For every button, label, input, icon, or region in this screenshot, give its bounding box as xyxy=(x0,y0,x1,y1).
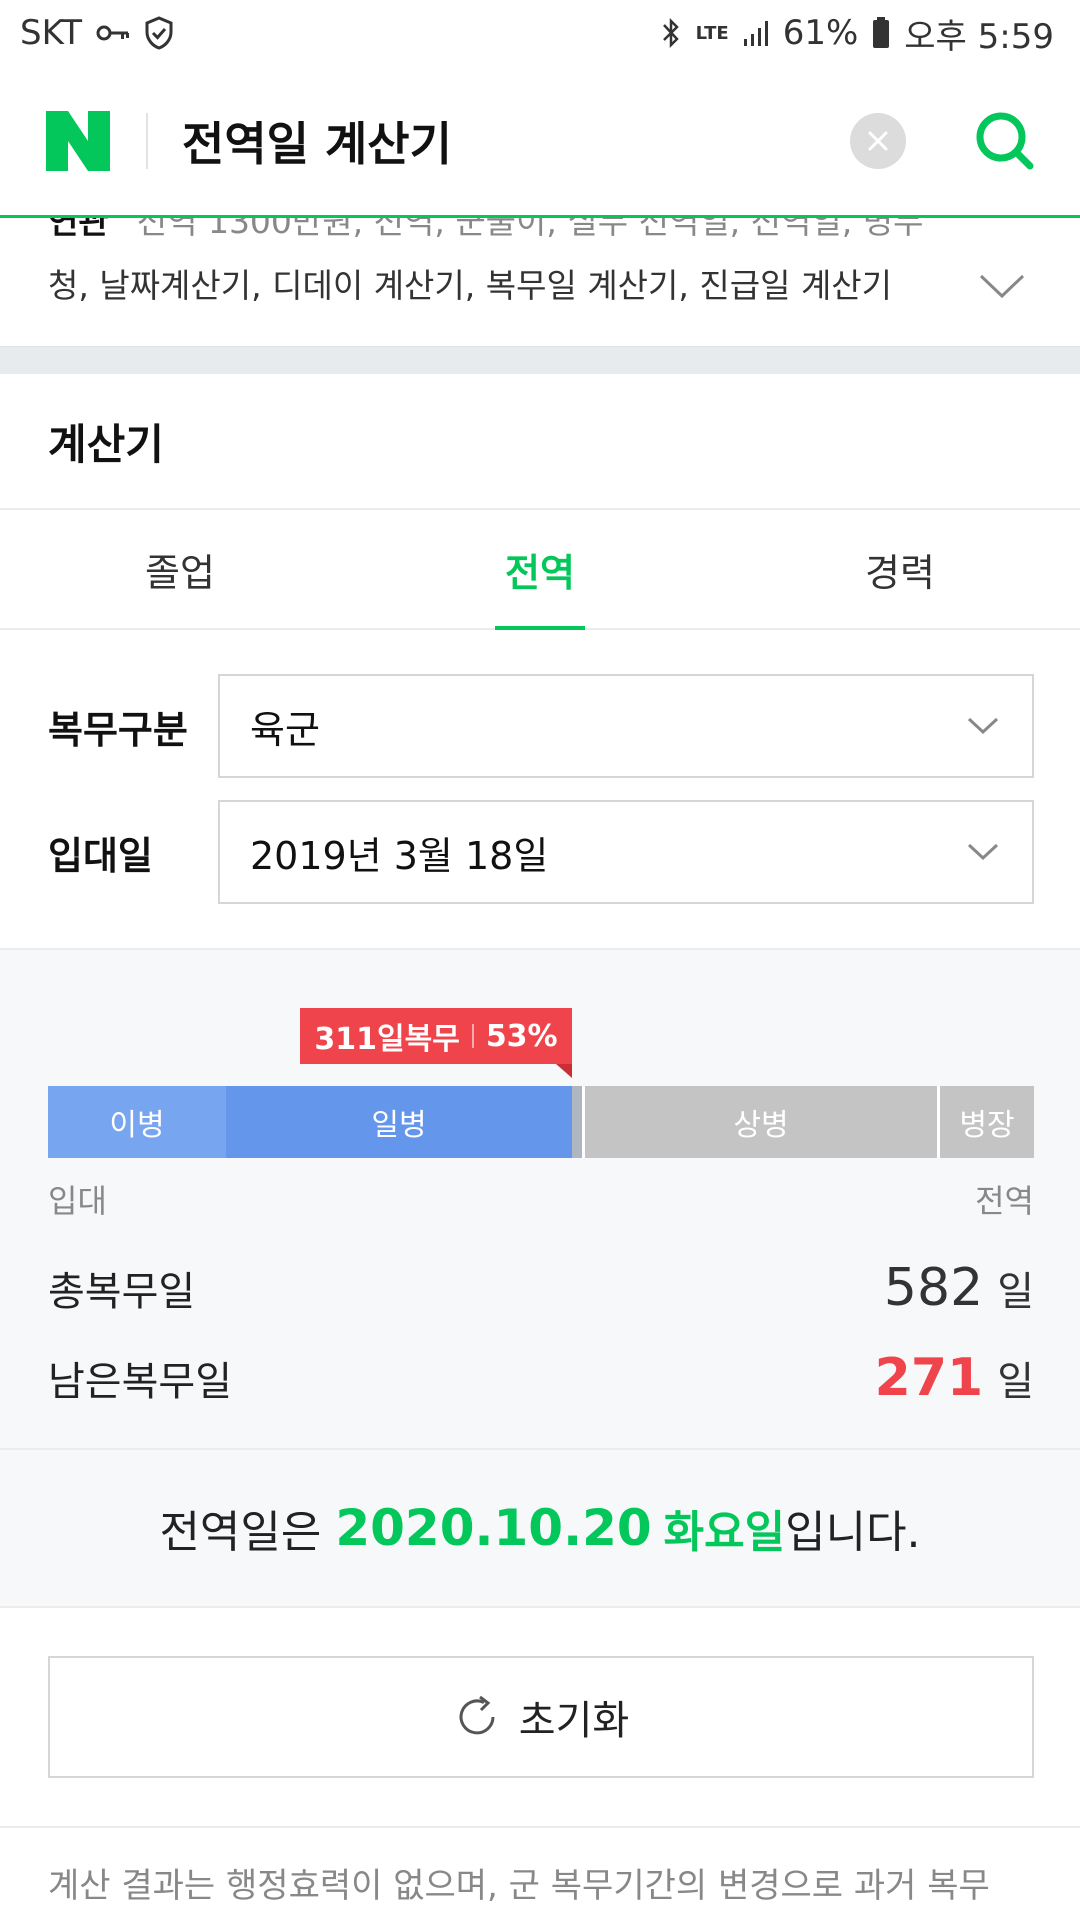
clear-search-button[interactable] xyxy=(850,112,906,169)
remaining-days-label: 남은복무일 xyxy=(48,1359,232,1405)
related-row-2: 청, 날짜계산기, 디데이 계산기, 복무일 계산기, 진급일 계산기 xyxy=(48,254,1032,318)
total-days-unit: 일 xyxy=(997,1269,1034,1315)
signal-icon xyxy=(743,19,769,47)
search-query-title[interactable]: 전역일 계산기 xyxy=(182,108,850,174)
search-icon xyxy=(976,112,1034,169)
battery-icon xyxy=(872,17,890,49)
refresh-icon xyxy=(459,1695,495,1735)
reset-label: 초기화 xyxy=(518,1698,630,1744)
enlist-date-label: 입대일 xyxy=(48,833,153,878)
tab-graduation[interactable]: 졸업 xyxy=(0,510,360,628)
section-gap xyxy=(0,346,1080,374)
search-button[interactable] xyxy=(970,106,1040,176)
remaining-days-row: 남은복무일 271 일 xyxy=(48,1348,1034,1408)
discharge-date-sentence: 전역일은 2020.10.20 화요일 입니다. xyxy=(0,1450,1080,1608)
tab-discharge[interactable]: 전역 xyxy=(360,510,720,630)
remaining-days-unit: 일 xyxy=(997,1359,1034,1405)
served-days-text: 311일복무 xyxy=(314,1022,460,1057)
service-type-value: 육군 xyxy=(250,707,320,752)
carrier-text: SKT xyxy=(20,13,83,53)
progress-percent-text: 53% xyxy=(485,1018,558,1054)
calculator-title: 계산기 xyxy=(48,419,164,469)
calculator-header: 계산기 xyxy=(0,374,1080,510)
discharge-date: 2020.10.20 xyxy=(335,1499,652,1557)
chevron-down-icon xyxy=(967,717,999,735)
calculator-tabs: 졸업 전역 경력 xyxy=(0,510,1080,630)
progress-badge: 311일복무 53% xyxy=(300,1008,572,1078)
service-type-row: 복무구분 육군 xyxy=(48,674,1034,778)
remaining-days-number: 271 xyxy=(874,1348,984,1408)
rank-segment-pfc: 일병 xyxy=(226,1086,572,1158)
tab-career[interactable]: 경력 xyxy=(720,510,1080,628)
discharge-suffix: 입니다. xyxy=(785,1507,921,1558)
battery-percent-text: 61% xyxy=(782,13,859,53)
clock-text: 오후 5:59 xyxy=(904,16,1054,57)
reset-button[interactable]: 초기화 xyxy=(48,1656,1034,1778)
progress-marker xyxy=(572,1086,582,1158)
badge-separator xyxy=(471,1024,474,1048)
search-header: 전역일 계산기 xyxy=(0,66,1080,218)
related-searches: 연관 전역 1300만원, 전역, 군줄이, 실무 전역일, 전역일, 병무 청,… xyxy=(0,200,1080,346)
related-terms-2[interactable]: 청, 날짜계산기, 디데이 계산기, 복무일 계산기, 진급일 계산기 xyxy=(48,254,952,318)
chevron-down-icon xyxy=(979,274,1025,299)
disclaimer-text: 계산 결과는 행정효력이 없으며, 군 복무기간의 변경으로 과거 복무 xyxy=(48,1866,990,1906)
status-left: SKT xyxy=(20,13,174,53)
enlist-date-value: 2019년 3월 18일 xyxy=(250,833,549,878)
status-bar: SKT LTE 61% 오후 5:59 xyxy=(0,0,1080,66)
vpn-key-icon xyxy=(96,23,130,43)
rank-segment-corporal: 상병 xyxy=(582,1086,937,1158)
rank-segment-private: 이병 xyxy=(48,1086,226,1158)
remaining-days-value: 271 일 xyxy=(875,1348,1034,1408)
header-divider xyxy=(146,112,148,169)
enlist-axis-label: 입대 xyxy=(48,1182,107,1220)
bluetooth-icon xyxy=(660,16,682,50)
total-days-label: 총복무일 xyxy=(48,1269,196,1315)
network-type-text: LTE xyxy=(695,22,729,44)
enlist-date-row: 입대일 2019년 3월 18일 xyxy=(48,800,1034,904)
close-icon xyxy=(868,131,888,150)
total-days-row: 총복무일 582 일 xyxy=(48,1258,1034,1318)
bottom-divider xyxy=(0,1826,1080,1828)
naver-logo-icon[interactable] xyxy=(46,110,110,171)
service-type-select[interactable]: 육군 xyxy=(218,674,1034,778)
shield-icon xyxy=(144,16,174,50)
badge-tail xyxy=(556,1064,572,1078)
expand-related-button[interactable] xyxy=(972,266,1032,306)
chevron-down-icon xyxy=(967,843,999,861)
service-progress-bar: 이병 일병 상병 병장 xyxy=(48,1086,1034,1158)
total-days-number: 582 xyxy=(883,1258,984,1318)
enlist-date-select[interactable]: 2019년 3월 18일 xyxy=(218,800,1034,904)
discharge-prefix: 전역일은 xyxy=(159,1507,336,1558)
discharge-weekday: 화요일 xyxy=(663,1507,786,1558)
status-right: LTE 61% 오후 5:59 xyxy=(660,9,1054,58)
total-days-value: 582 일 xyxy=(884,1258,1034,1318)
service-type-label: 복무구분 xyxy=(48,707,188,752)
discharge-axis-label: 전역 xyxy=(975,1182,1034,1220)
rank-segment-sergeant: 병장 xyxy=(937,1086,1034,1158)
result-panel: 311일복무 53% 이병 일병 상병 병장 입대 전역 총복무일 582 일 … xyxy=(0,948,1080,1450)
